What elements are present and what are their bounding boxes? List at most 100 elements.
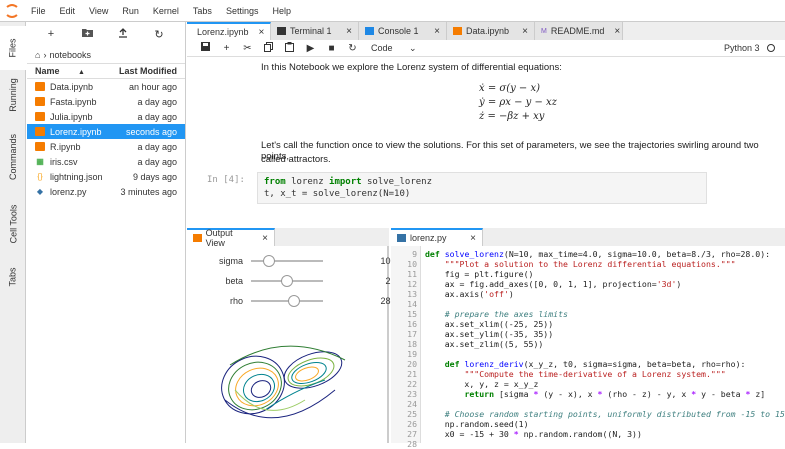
slider-thumb[interactable] <box>263 255 275 267</box>
close-icon[interactable]: × <box>252 233 268 244</box>
cell-type-select[interactable]: Code ⌄ <box>371 43 417 54</box>
code-line-2: t, x_t = solve_lorenz(N=10) <box>264 189 411 199</box>
text-editor[interactable]: 9 10 11 12 13 14 15 16 17 18 19 20 21 22 23 24 25 26 27 28 … <box>391 246 785 449</box>
slider-rho: rho28.00 <box>207 295 403 307</box>
slider-track[interactable] <box>251 295 323 307</box>
menubar: File Edit View Run Kernel Tabs Settings … <box>0 0 785 22</box>
close-icon[interactable]: × <box>604 26 620 37</box>
sidebar-tab-running[interactable]: Running <box>0 68 26 122</box>
close-icon[interactable]: × <box>424 26 440 37</box>
cut-icon[interactable]: ✂ <box>237 43 258 54</box>
upload-icon[interactable] <box>105 27 141 41</box>
sidebar-tab-cell-tools[interactable]: Cell Tools <box>0 194 26 254</box>
sidebar-tab-tabs[interactable]: Tabs <box>0 254 26 300</box>
notebook-icon <box>35 97 45 106</box>
line-number: 9 <box>412 249 417 259</box>
breadcrumb-notebooks[interactable]: notebooks <box>49 50 91 60</box>
code-line-9: def solve_lorenz(N=10, max_time=4.0, sig… <box>425 249 771 259</box>
file-modified: a day ago <box>137 111 177 122</box>
file-name: lightning.json <box>50 171 103 182</box>
doc-tab[interactable]: Console 1 × <box>359 22 447 40</box>
notebook-icon <box>35 142 45 151</box>
sidebar-tab-commands-label: Commands <box>8 133 19 181</box>
code-line-25: # Choose random starting points, uniform… <box>444 409 785 419</box>
doc-tab[interactable]: Terminal 1 × <box>271 22 359 40</box>
code-line-1: from lorenz import solve_lorenz <box>264 177 433 187</box>
file-name: Fasta.ipynb <box>50 96 97 107</box>
menu-edit[interactable]: Edit <box>53 6 83 16</box>
doc-tab-label: README.md <box>550 26 605 36</box>
file-row[interactable]: Julia.ipynb a day ago <box>27 109 185 124</box>
file-row[interactable]: {} lightning.json 9 days ago <box>27 169 185 184</box>
file-modified: 9 days ago <box>132 171 177 182</box>
markdown-para-1: Let's call the function once to view the… <box>261 140 759 162</box>
sidebar-tab-commands[interactable]: Commands <box>0 124 26 190</box>
file-name: R.ipynb <box>50 141 81 152</box>
output-view-tabbar: Output View × <box>187 228 389 248</box>
notebook-icon <box>453 27 462 35</box>
menu-tabs[interactable]: Tabs <box>186 6 219 16</box>
stop-icon[interactable]: ■ <box>321 43 342 54</box>
code-line-27: x0 = -15 + 30 * np.random.random((N, 3)) <box>425 429 642 439</box>
equation-z: ż = −βz + xy <box>479 111 545 122</box>
menu-kernel[interactable]: Kernel <box>146 6 186 16</box>
close-icon[interactable]: × <box>460 233 476 244</box>
file-modified: seconds ago <box>125 126 177 137</box>
refresh-icon[interactable]: ↻ <box>141 28 177 41</box>
file-row[interactable]: Lorenz.ipynb seconds ago <box>27 124 185 139</box>
insert-cell-icon[interactable]: + <box>216 43 237 54</box>
line-number: 17 <box>407 329 417 339</box>
tab-output-view-label: Output View <box>205 228 233 248</box>
kernel-name[interactable]: Python 3 <box>724 43 785 53</box>
menu-settings[interactable]: Settings <box>219 6 266 16</box>
home-icon[interactable]: ⌂ <box>35 50 40 60</box>
line-number: 12 <box>407 279 417 289</box>
save-icon[interactable] <box>195 42 216 54</box>
slider-thumb[interactable] <box>288 295 301 307</box>
column-last-modified[interactable]: Last Modified <box>107 66 185 76</box>
left-sidebar: Files Running Commands Cell Tools Tabs <box>0 22 26 443</box>
tab-output-view[interactable]: Output View × <box>187 228 275 248</box>
file-modified: a day ago <box>137 141 177 152</box>
line-number: 13 <box>407 289 417 299</box>
doc-tab[interactable]: M README.md × <box>535 22 623 40</box>
notebook-body: In this Notebook we explore the Lorenz s… <box>187 58 785 226</box>
menu-file[interactable]: File <box>24 6 53 16</box>
doc-tab[interactable]: Lorenz.ipynb × <box>187 22 271 40</box>
file-row[interactable]: ▦ iris.csv a day ago <box>27 154 185 169</box>
copy-icon[interactable] <box>258 41 279 55</box>
breadcrumb: ⌂ › notebooks <box>27 46 185 63</box>
column-name[interactable]: Name ▲ <box>27 66 107 76</box>
code-cell[interactable]: from lorenz import solve_lorenz t, x_t =… <box>257 172 707 204</box>
new-launcher-icon[interactable]: + <box>33 28 69 40</box>
close-icon[interactable]: × <box>512 26 528 37</box>
new-folder-icon[interactable] <box>69 28 105 40</box>
doc-tab-label: Lorenz.ipynb <box>197 27 249 37</box>
tab-lorenz-py[interactable]: lorenz.py × <box>391 228 483 246</box>
line-number: 15 <box>407 309 417 319</box>
menu-run[interactable]: Run <box>115 6 146 16</box>
run-icon[interactable]: ▶ <box>300 43 321 54</box>
jupyter-logo-icon <box>0 0 24 22</box>
close-icon[interactable]: × <box>336 26 352 37</box>
file-row[interactable]: R.ipynb a day ago <box>27 139 185 154</box>
restart-icon[interactable]: ↻ <box>342 43 363 54</box>
sidebar-tab-files[interactable]: Files <box>0 26 26 70</box>
doc-tab[interactable]: Data.ipynb × <box>447 22 535 40</box>
file-row[interactable]: ◆ lorenz.py 3 minutes ago <box>27 184 185 199</box>
menu-view[interactable]: View <box>82 6 115 16</box>
equation-x: ẋ = σ(y − x) <box>479 83 541 94</box>
sidebar-tab-tabs-label: Tabs <box>7 267 18 287</box>
paste-icon[interactable] <box>279 41 300 55</box>
slider-track[interactable] <box>251 275 323 287</box>
python-icon: ◆ <box>36 187 44 196</box>
slider-thumb[interactable] <box>281 275 293 287</box>
terminal-icon <box>277 27 286 35</box>
line-number: 23 <box>407 389 417 399</box>
file-row[interactable]: Data.ipynb an hour ago <box>27 79 185 94</box>
close-icon[interactable]: × <box>249 27 265 38</box>
slider-track[interactable] <box>251 255 323 267</box>
file-modified: a day ago <box>137 96 177 107</box>
menu-help[interactable]: Help <box>265 6 298 16</box>
file-row[interactable]: Fasta.ipynb a day ago <box>27 94 185 109</box>
